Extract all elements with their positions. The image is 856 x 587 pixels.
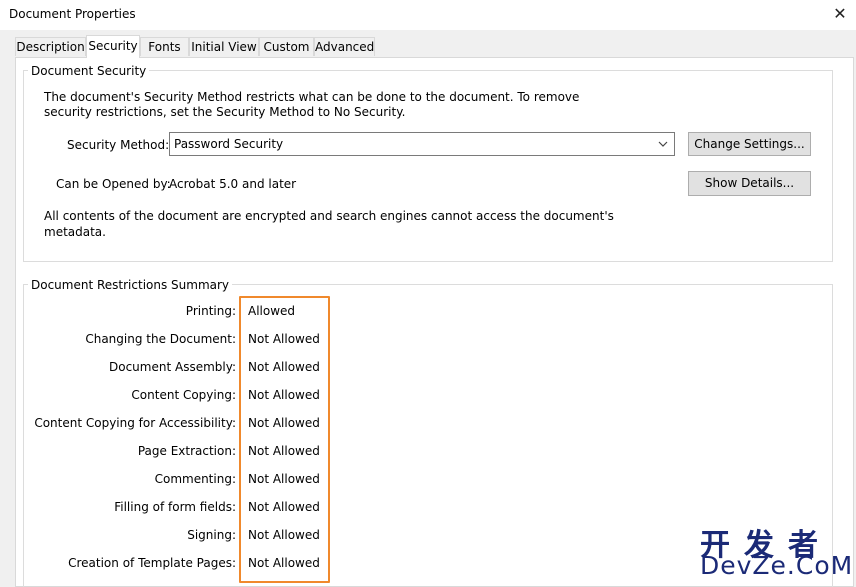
security-method-select[interactable]: Password Security [169,132,675,156]
tab-advanced[interactable]: Advanced [314,37,375,56]
chevron-down-icon[interactable] [656,136,670,152]
change-settings-button[interactable]: Change Settings... [688,132,811,156]
restriction-label-changing: Changing the Document: [85,332,236,346]
restriction-label-form-fields: Filling of form fields: [114,500,236,514]
watermark-logo-en: DevZe.CoM [700,551,854,580]
security-method-label: Security Method: [67,138,170,152]
restriction-label-signing: Signing: [187,528,236,542]
security-intro-line2: security restrictions, set the Security … [44,105,406,119]
encrypted-note-line1: All contents of the document are encrypt… [44,209,614,223]
restriction-label-accessibility: Content Copying for Accessibility: [34,416,236,430]
restriction-label-printing: Printing: [185,304,236,318]
tab-security[interactable]: Security [86,35,140,58]
security-intro-line1: The document's Security Method restricts… [44,90,580,104]
encrypted-note-line2: metadata. [44,225,106,239]
tab-custom[interactable]: Custom [259,37,314,56]
show-details-button[interactable]: Show Details... [688,171,811,196]
tab-fonts[interactable]: Fonts [140,37,189,56]
opened-by-value: Acrobat 5.0 and later [169,177,297,191]
restriction-label-template-pages: Creation of Template Pages: [68,556,236,570]
restriction-label-extraction: Page Extraction: [137,444,236,458]
restriction-label-assembly: Document Assembly: [109,360,236,374]
tab-initial-view[interactable]: Initial View [189,37,259,56]
highlight-box [239,296,330,583]
security-method-value: Password Security [174,137,284,151]
restriction-label-copying: Content Copying: [131,388,236,402]
restriction-label-commenting: Commenting: [154,472,236,486]
window-title: Document Properties [9,7,136,21]
document-security-group-label: Document Security [28,64,150,78]
restrictions-group-label: Document Restrictions Summary [28,278,233,292]
opened-by-label: Can be Opened by: [56,177,171,191]
close-icon[interactable]: ✕ [829,3,851,25]
tab-description[interactable]: Description [15,37,86,56]
